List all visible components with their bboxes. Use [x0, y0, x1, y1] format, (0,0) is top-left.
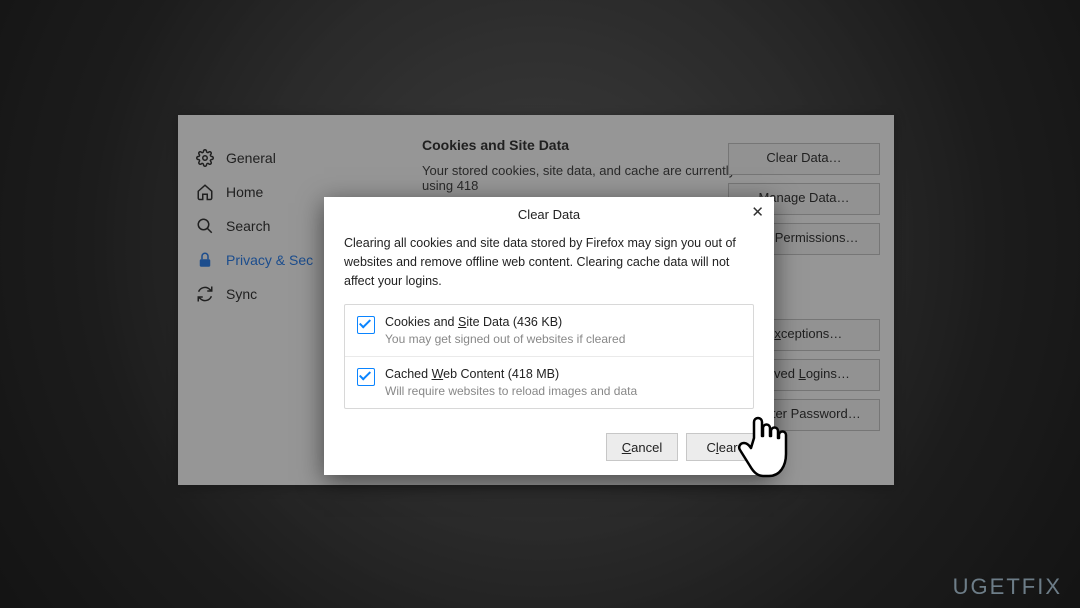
clear-button[interactable]: Clear: [686, 433, 758, 461]
clear-data-dialog: Clear Data ✕ Clearing all cookies and si…: [324, 197, 774, 475]
option-sub: Will require websites to reload images a…: [385, 384, 637, 398]
dialog-title-bar: Clear Data ✕: [324, 197, 774, 232]
option-label: Cached Web Content (418 MB): [385, 367, 637, 381]
dialog-options-group: Cookies and Site Data (436 KB) You may g…: [344, 304, 754, 409]
checkbox-checked-icon[interactable]: [357, 368, 375, 386]
watermark: UGETFIX: [953, 574, 1062, 600]
option-sub: You may get signed out of websites if cl…: [385, 332, 625, 346]
option-cookies[interactable]: Cookies and Site Data (436 KB) You may g…: [345, 305, 753, 356]
checkbox-checked-icon[interactable]: [357, 316, 375, 334]
dialog-actions: Cancel Clear: [324, 423, 774, 475]
close-icon[interactable]: ✕: [751, 205, 764, 220]
screenshot-stage: General Home Search Privacy & Sec Sync C…: [0, 0, 1080, 608]
option-cache[interactable]: Cached Web Content (418 MB) Will require…: [345, 356, 753, 408]
cancel-button[interactable]: Cancel: [606, 433, 678, 461]
option-label: Cookies and Site Data (436 KB): [385, 315, 625, 329]
dialog-intro-text: Clearing all cookies and site data store…: [344, 234, 754, 290]
dialog-body: Clearing all cookies and site data store…: [324, 232, 774, 423]
dialog-title: Clear Data: [518, 207, 580, 222]
